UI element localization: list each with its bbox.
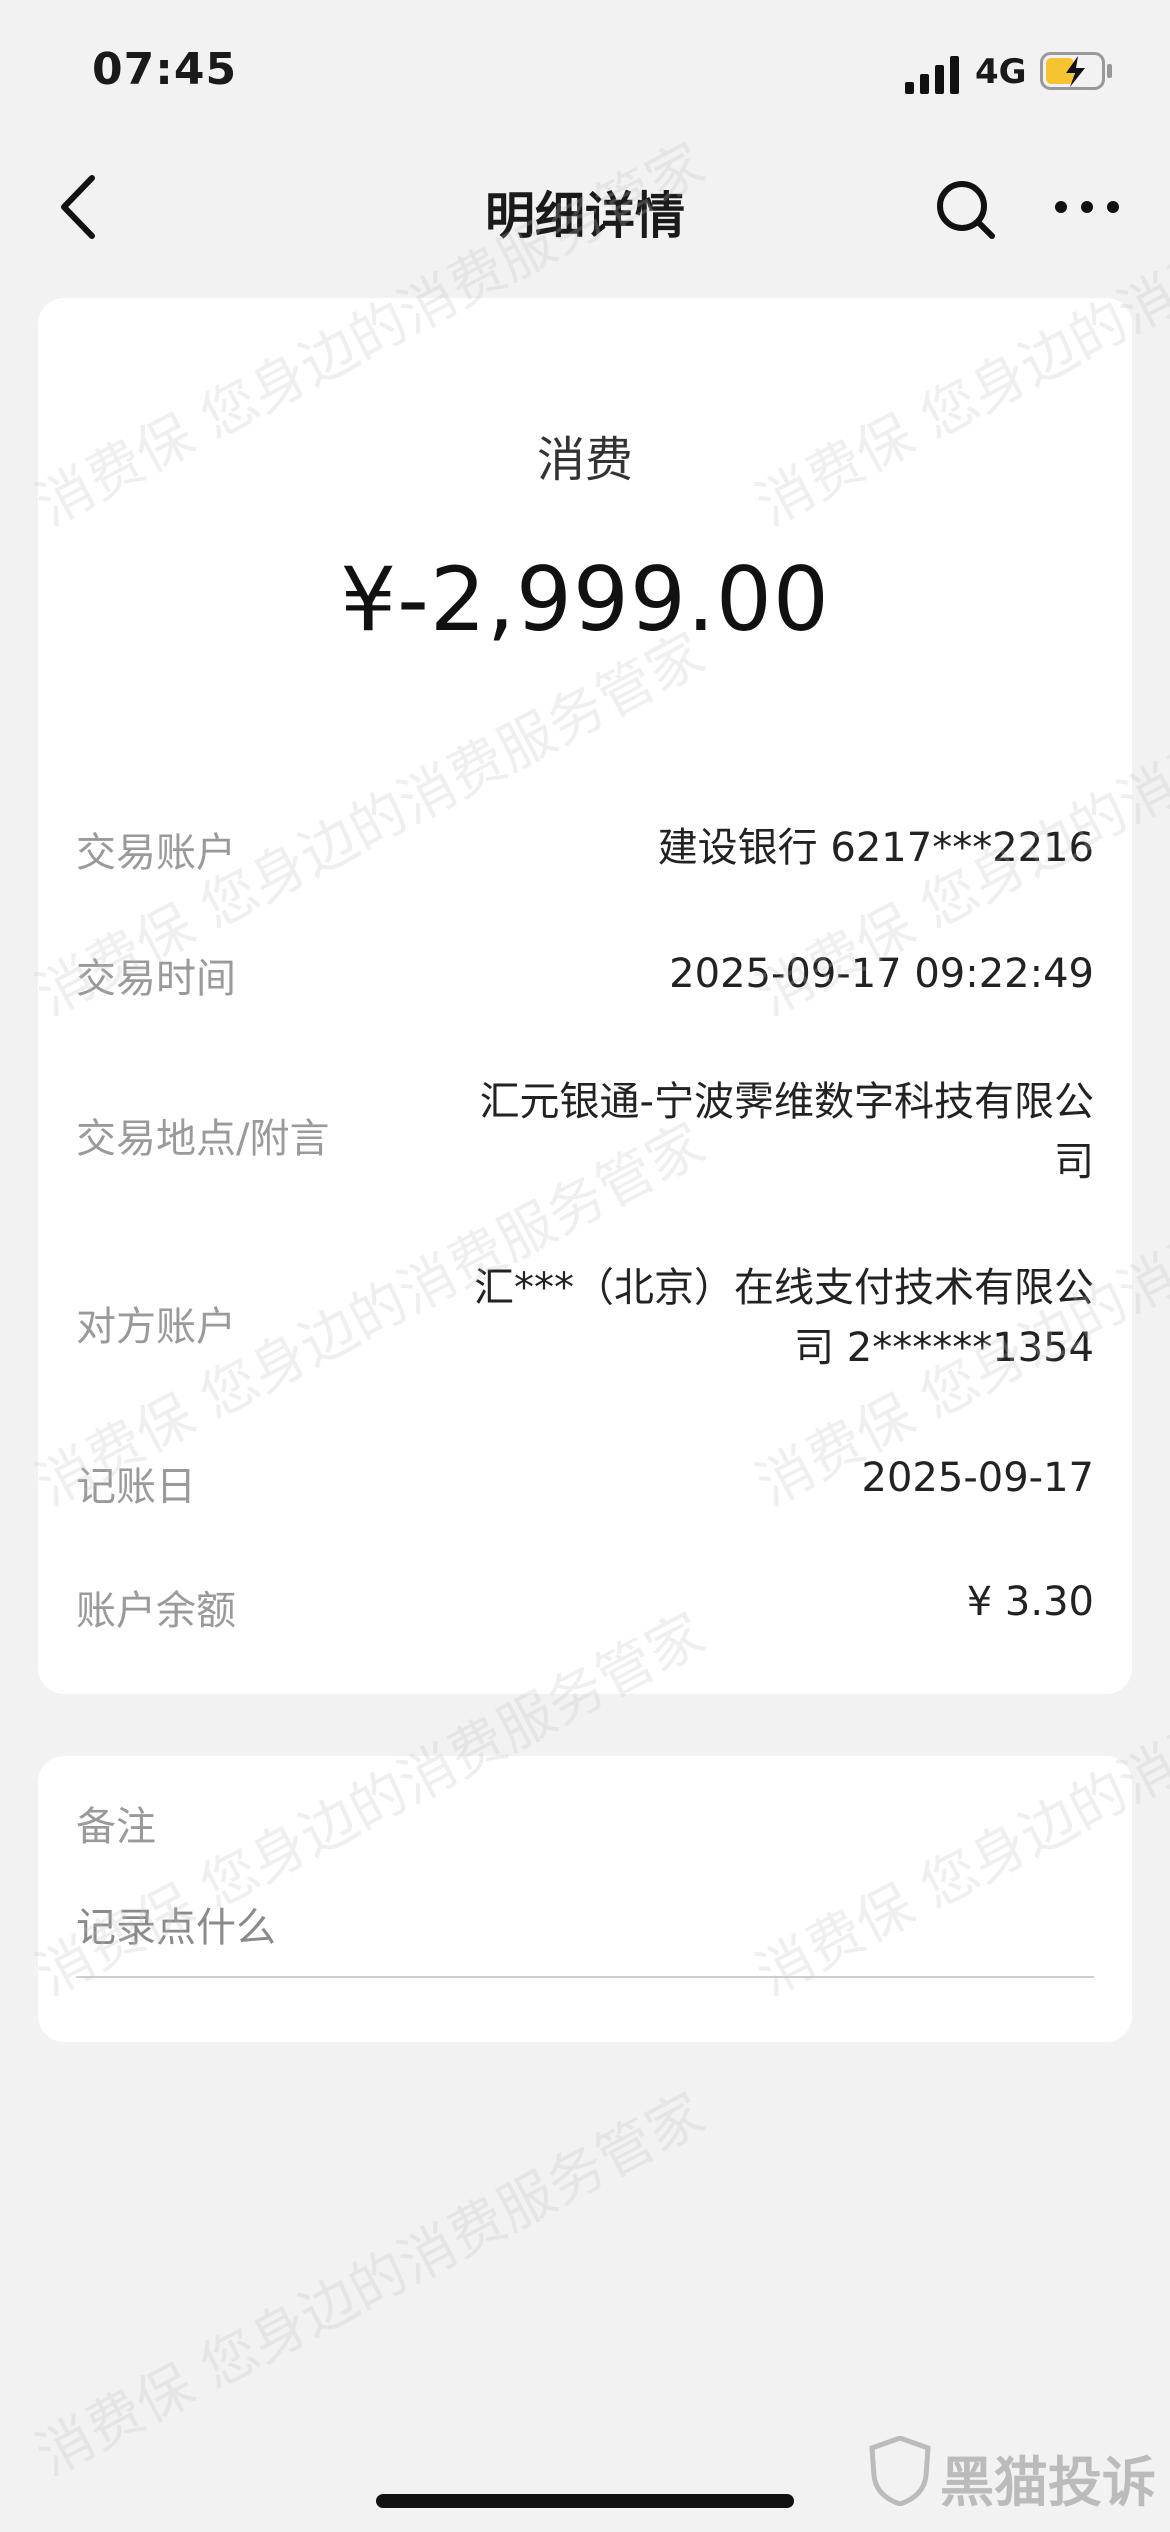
remark-label: 备注 xyxy=(76,1804,156,1850)
account-label: 交易账户 xyxy=(76,830,236,876)
search-icon[interactable] xyxy=(934,178,998,242)
posting-date-label: 记账日 xyxy=(76,1464,196,1510)
battery-charging-icon xyxy=(1040,52,1112,90)
balance-label: 账户余额 xyxy=(76,1588,236,1634)
counterparty-value-line-1: 汇***（北京）在线支付技术有限公 xyxy=(474,1265,1094,1311)
shield-logo-icon xyxy=(869,2436,931,2506)
counterparty-label: 对方账户 xyxy=(76,1304,236,1350)
location-label: 交易地点/附言 xyxy=(76,1116,330,1162)
counterparty-value-line-2: 司 2******1354 xyxy=(794,1325,1094,1371)
status-time: 07:45 xyxy=(92,44,238,95)
cellular-signal-icon xyxy=(905,56,959,94)
home-indicator[interactable] xyxy=(376,2494,794,2508)
location-value-line-1: 汇元银通-宁波霁维数字科技有限公 xyxy=(479,1079,1094,1125)
remark-input[interactable] xyxy=(76,1880,1094,1978)
more-options-icon[interactable] xyxy=(1052,196,1122,218)
time-value: 2025-09-17 09:22:49 xyxy=(669,951,1094,997)
transaction-type: 消费 xyxy=(536,432,633,488)
location-value: 汇元银通-宁波霁维数字科技有限公 司 xyxy=(480,1072,1094,1192)
balance-value: ¥ 3.30 xyxy=(966,1579,1094,1625)
transaction-amount: ¥-2,999.00 xyxy=(340,548,830,651)
time-label: 交易时间 xyxy=(76,956,236,1002)
watermark: 消费保 您身边的消费服务管家 xyxy=(26,2081,716,2489)
location-value-line-2: 司 xyxy=(1054,1139,1094,1185)
posting-date-value: 2025-09-17 xyxy=(861,1455,1094,1501)
brand-watermark: 黑猫投诉 xyxy=(940,2451,1156,2514)
counterparty-value: 汇***（北京）在线支付技术有限公 司 2******1354 xyxy=(474,1258,1094,1378)
network-type: 4G xyxy=(975,52,1027,92)
account-value: 建设银行 6217***2216 xyxy=(657,825,1094,871)
